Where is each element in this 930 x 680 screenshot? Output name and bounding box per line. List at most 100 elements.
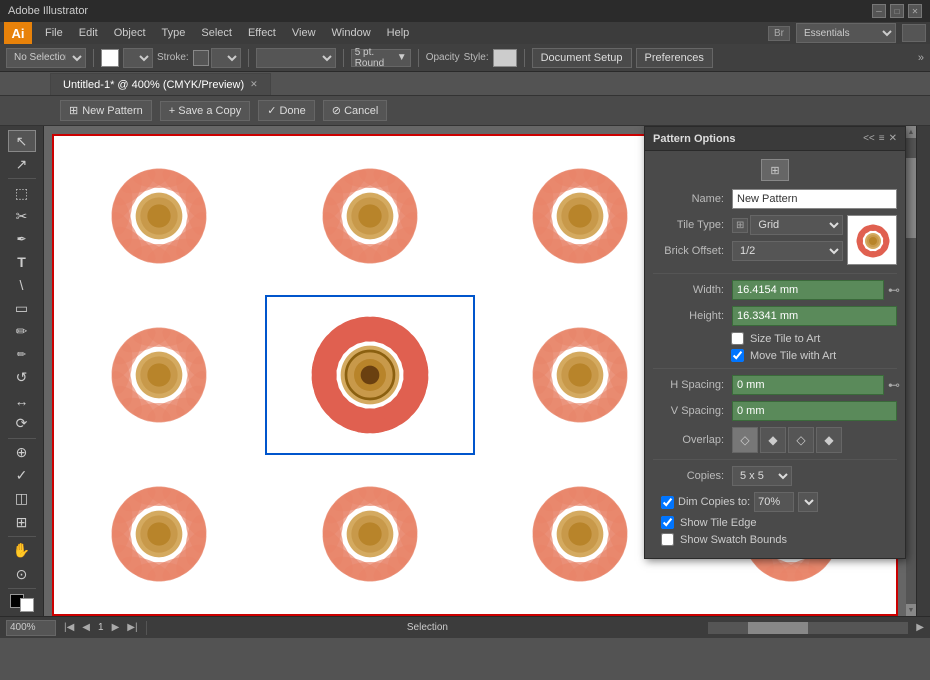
maximize-button[interactable]: □ [890, 4, 904, 18]
overlap-btn-2[interactable]: ◆ [760, 427, 786, 453]
panel-close-button[interactable]: ✕ [889, 133, 897, 144]
blend-tool[interactable]: ⊕ [8, 442, 36, 464]
close-button[interactable]: ✕ [908, 4, 922, 18]
new-pattern-button[interactable]: ⊞ New Pattern [60, 100, 152, 121]
menu-edit[interactable]: Edit [72, 25, 105, 41]
title-bar: Adobe Illustrator ─ □ ✕ [0, 0, 930, 22]
first-page-button[interactable]: |◀ [64, 622, 74, 633]
h-spacing-input[interactable] [732, 375, 884, 395]
variable-select[interactable] [256, 48, 336, 68]
canvas-area[interactable]: ▲ ▼ Pattern Options << ≡ ✕ [44, 126, 916, 616]
copies-select[interactable]: 5 x 5 [732, 466, 792, 486]
menu-type[interactable]: Type [155, 25, 193, 41]
main-area: ↖ ↗ ⬚ ✂ ✒ T \ ▭ ✏ ✏ ↺ ↔ ⟳ ⊕ ✓ ◫ ⊞ ✋ ⊙ [0, 126, 930, 616]
show-tile-edge-row: Show Tile Edge [661, 516, 897, 529]
panel-menu-button[interactable]: ≡ [879, 133, 885, 144]
dim-copies-row: Dim Copies to: ▼ [661, 492, 897, 512]
done-button[interactable]: ✓ Done [258, 100, 315, 121]
width-input[interactable] [732, 280, 884, 300]
rotate-tool[interactable]: ↺ [8, 367, 36, 389]
gradient-tool[interactable]: ◫ [8, 488, 36, 510]
stroke-color[interactable] [20, 598, 34, 612]
panel-toggle[interactable]: » [918, 52, 924, 64]
scroll-right-button[interactable]: ▶ [916, 622, 924, 633]
selected-tile[interactable] [265, 295, 476, 454]
panel-collapse-button[interactable]: << [863, 133, 875, 144]
warp-tool[interactable]: ⟳ [8, 413, 36, 435]
tab-close-button[interactable]: ✕ [250, 79, 258, 90]
new-pattern-label: New Pattern [82, 105, 143, 117]
mesh-tool[interactable]: ⊞ [8, 511, 36, 533]
menu-file[interactable]: File [38, 25, 70, 41]
vertical-scrollbar[interactable]: ▲ ▼ [906, 126, 916, 616]
dim-copies-checkbox[interactable] [661, 496, 674, 509]
cancel-button[interactable]: ⊘ Cancel [323, 100, 388, 121]
size-tile-checkbox[interactable] [731, 332, 744, 345]
bridge-btn[interactable]: Br [768, 26, 790, 41]
prev-page-button[interactable]: ◀ [82, 622, 90, 633]
document-tab[interactable]: Untitled-1* @ 400% (CMYK/Preview) ✕ [50, 73, 271, 95]
last-page-button[interactable]: ▶| [127, 622, 137, 633]
stroke-select[interactable] [211, 48, 241, 68]
tile-type-select[interactable]: Grid [750, 215, 843, 235]
spacing-link[interactable]: ⊷ [888, 376, 900, 394]
fill-swatch[interactable] [101, 49, 119, 67]
hand-tool[interactable]: ✋ [8, 540, 36, 562]
select-tool[interactable]: ↖ [8, 130, 36, 152]
stroke-swatch[interactable] [193, 50, 209, 66]
artboard-tool[interactable]: ⬚ [8, 182, 36, 204]
name-row: Name: [653, 189, 897, 209]
menu-help[interactable]: Help [380, 25, 417, 41]
menu-object[interactable]: Object [107, 25, 153, 41]
eyedropper-tool[interactable]: ✓ [8, 465, 36, 487]
height-input[interactable] [732, 306, 897, 326]
rect-tool[interactable]: ▭ [8, 297, 36, 319]
brush-display: 5 pt. Round ▼ [351, 49, 411, 67]
paintbrush-tool[interactable]: ✏ [8, 321, 36, 343]
save-copy-button[interactable]: + Save a Copy [160, 101, 250, 121]
tile-type-fields: Tile Type: ⊞ Grid Brick Offset: [653, 215, 843, 267]
fill-select[interactable] [123, 48, 153, 68]
zoom-tool[interactable]: ⊙ [8, 563, 36, 585]
search-input[interactable] [902, 24, 926, 42]
overlap-btn-3[interactable]: ◇ [788, 427, 814, 453]
scale-tool[interactable]: ↔ [8, 390, 36, 412]
app-title: Adobe Illustrator [8, 5, 88, 17]
dim-copies-label: Dim Copies to: [678, 496, 750, 508]
direct-select-tool[interactable]: ↗ [8, 153, 36, 175]
name-input[interactable] [732, 189, 897, 209]
show-swatch-bounds-checkbox[interactable] [661, 533, 674, 546]
show-tile-edge-checkbox[interactable] [661, 516, 674, 529]
move-tile-checkbox[interactable] [731, 349, 744, 362]
next-page-button[interactable]: ▶ [112, 622, 120, 633]
brick-offset-select[interactable]: 1/2 [732, 241, 843, 261]
dim-copies-select[interactable]: ▼ [798, 492, 818, 512]
width-height-link[interactable]: ⊷ [888, 281, 900, 299]
pen-tool[interactable]: ✒ [8, 228, 36, 250]
align-icon-button[interactable]: ⊞ [761, 159, 789, 181]
horizontal-scrollbar[interactable] [708, 622, 908, 634]
menu-effect[interactable]: Effect [241, 25, 283, 41]
v-spacing-input[interactable] [732, 401, 897, 421]
type-tool[interactable]: T [8, 251, 36, 273]
panel-controls: << ≡ ✕ [863, 133, 897, 144]
style-swatch[interactable] [493, 49, 517, 67]
menu-view[interactable]: View [285, 25, 323, 41]
minimize-button[interactable]: ─ [872, 4, 886, 18]
dim-copies-input[interactable] [754, 492, 794, 512]
h-scrollbar-thumb[interactable] [748, 622, 808, 634]
preferences-button[interactable]: Preferences [636, 48, 713, 68]
selection-dropdown[interactable]: No Selection [6, 48, 86, 68]
tile-type-row: Tile Type: ⊞ Grid [653, 215, 843, 235]
workspace-select[interactable]: Essentials [796, 23, 896, 43]
scissors-tool[interactable]: ✂ [8, 205, 36, 227]
pencil-tool[interactable]: ✏ [8, 344, 36, 366]
menu-window[interactable]: Window [325, 25, 378, 41]
overlap-btn-4[interactable]: ◆ [816, 427, 842, 453]
line-tool[interactable]: \ [8, 274, 36, 296]
pattern-preview [847, 215, 897, 265]
scrollbar-thumb[interactable] [906, 158, 916, 238]
menu-select[interactable]: Select [194, 25, 239, 41]
overlap-btn-1[interactable]: ◇ [732, 427, 758, 453]
doc-setup-button[interactable]: Document Setup [532, 48, 632, 68]
